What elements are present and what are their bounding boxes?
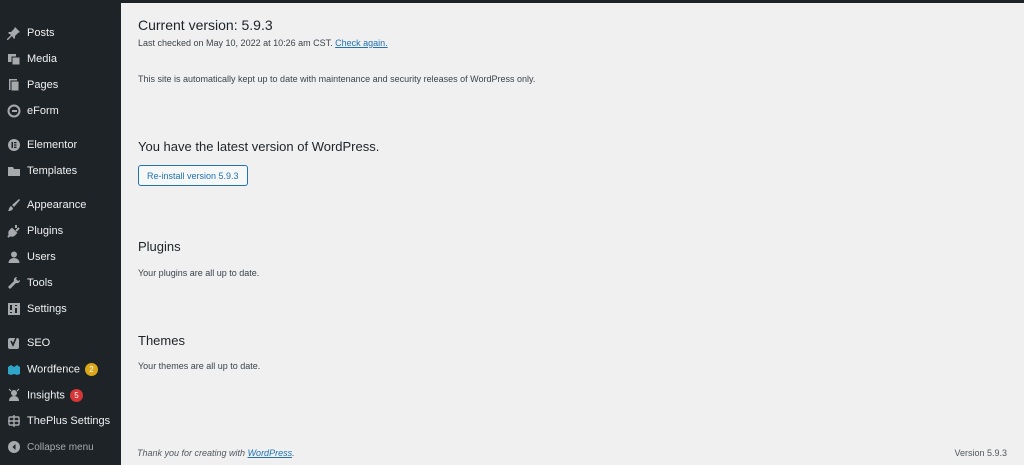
plugins-status-text: Your plugins are all up to date. bbox=[138, 268, 260, 278]
sidebar-item-seo[interactable]: SEO bbox=[0, 332, 121, 354]
collapse-menu-button[interactable]: Collapse menu bbox=[0, 436, 121, 458]
last-checked-text: Last checked on May 10, 2022 at 10:26 am… bbox=[138, 38, 388, 48]
insights-icon bbox=[6, 387, 22, 403]
collapse-menu-label: Collapse menu bbox=[27, 441, 94, 453]
sidebar-item-label: Elementor bbox=[27, 139, 78, 151]
sidebar-item-users[interactable]: Users bbox=[0, 246, 121, 268]
auto-update-note: This site is automatically kept up to da… bbox=[138, 74, 536, 84]
pages-icon bbox=[6, 77, 22, 93]
themes-status-text: Your themes are all up to date. bbox=[138, 361, 261, 371]
sidebar-item-eform[interactable]: eForm bbox=[0, 100, 121, 122]
themes-heading: Themes bbox=[138, 333, 185, 348]
footer-thanks-suffix: . bbox=[292, 448, 295, 458]
sidebar-item-theplus-settings[interactable]: ThePlus Settings bbox=[0, 410, 121, 432]
wordfence-icon bbox=[6, 361, 22, 377]
plugins-heading: Plugins bbox=[138, 239, 181, 254]
theplus-icon bbox=[6, 413, 22, 429]
sidebar-item-insights[interactable]: Insights 5 bbox=[0, 384, 121, 406]
sidebar-item-label: Plugins bbox=[27, 225, 64, 237]
sidebar-item-tools[interactable]: Tools bbox=[0, 272, 121, 294]
sidebar-item-label: Settings bbox=[27, 303, 67, 315]
sidebar-item-label: Users bbox=[27, 251, 56, 263]
sidebar-item-media[interactable]: Media bbox=[0, 48, 121, 70]
sidebar-item-plugins[interactable]: Plugins bbox=[0, 220, 121, 242]
footer-thanks: Thank you for creating with WordPress. bbox=[137, 448, 295, 458]
sidebar-item-label: SEO bbox=[27, 337, 51, 349]
sidebar-item-label: eForm bbox=[27, 105, 59, 117]
user-icon bbox=[6, 249, 22, 265]
latest-version-heading: You have the latest version of WordPress… bbox=[138, 139, 380, 154]
sidebar-item-label: Appearance bbox=[27, 199, 87, 211]
elementor-icon bbox=[6, 137, 22, 153]
wordpress-link[interactable]: WordPress bbox=[248, 448, 293, 458]
media-icon bbox=[6, 51, 22, 67]
yoast-icon bbox=[6, 335, 22, 351]
updates-content: Current version: 5.9.3 Last checked on M… bbox=[121, 0, 1024, 465]
update-count-badge: 2 bbox=[85, 362, 98, 376]
collapse-arrow-icon bbox=[6, 439, 22, 455]
check-again-link[interactable]: Check again. bbox=[335, 38, 388, 48]
footer-thanks-prefix: Thank you for creating with bbox=[137, 448, 248, 458]
plug-icon bbox=[6, 223, 22, 239]
sidebar-item-label: Wordfence bbox=[27, 362, 80, 375]
reinstall-button[interactable]: Re-install version 5.9.3 bbox=[138, 165, 248, 186]
settings-icon bbox=[6, 301, 22, 317]
sidebar-item-wordfence[interactable]: Wordfence 2 bbox=[0, 358, 121, 380]
notification-count-badge: 5 bbox=[69, 388, 83, 402]
sidebar-item-label: Tools bbox=[27, 277, 53, 289]
wrench-icon bbox=[6, 275, 22, 291]
sidebar-item-posts[interactable]: Posts bbox=[0, 22, 121, 44]
sidebar-item-label: Insights bbox=[27, 388, 65, 401]
last-checked-label: Last checked on May 10, 2022 at 10:26 am… bbox=[138, 38, 333, 48]
brush-icon bbox=[6, 197, 22, 213]
pin-icon bbox=[6, 25, 22, 41]
sidebar-item-label: Media bbox=[27, 53, 57, 65]
sidebar-item-label: ThePlus Settings bbox=[27, 415, 111, 427]
sidebar-item-appearance[interactable]: Appearance bbox=[0, 194, 121, 216]
sidebar-item-label: Posts bbox=[27, 27, 55, 39]
sidebar-item-elementor[interactable]: Elementor bbox=[0, 134, 121, 156]
eform-icon bbox=[6, 103, 22, 119]
sidebar-item-label: Templates bbox=[27, 165, 78, 177]
sidebar-item-label: Pages bbox=[27, 79, 59, 91]
sidebar-item-pages[interactable]: Pages bbox=[0, 74, 121, 96]
sidebar-item-templates[interactable]: Templates bbox=[0, 160, 121, 182]
sidebar-item-settings[interactable]: Settings bbox=[0, 298, 121, 320]
footer-version: Version 5.9.3 bbox=[954, 448, 1007, 458]
admin-sidebar: Posts Media Pages eForm Elementor Templa… bbox=[0, 0, 121, 465]
folder-icon bbox=[6, 163, 22, 179]
current-version-heading: Current version: 5.9.3 bbox=[138, 17, 273, 33]
